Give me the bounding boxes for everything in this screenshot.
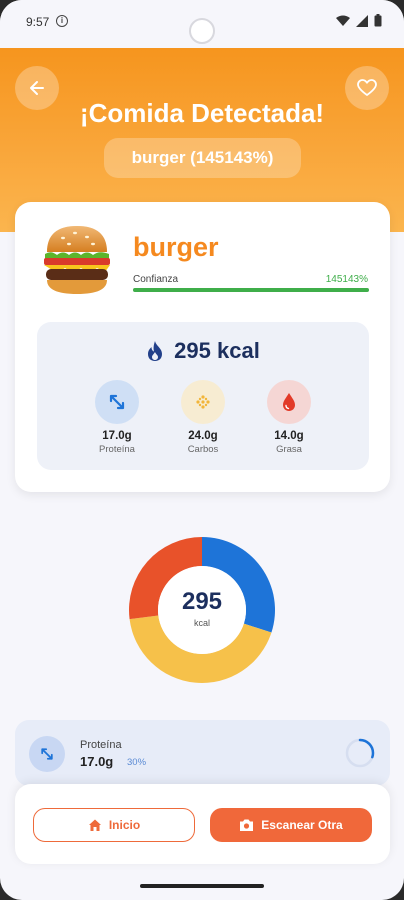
confidence-bar xyxy=(133,288,369,292)
heart-outline-icon xyxy=(357,79,377,96)
calories-value: 295 kcal xyxy=(174,338,260,363)
arrows-diagonal-icon xyxy=(41,748,53,760)
macro-detail-percent: 30% xyxy=(127,757,147,768)
bottom-action-bar: Inicio Escanear Otra xyxy=(15,784,390,864)
gesture-navigation-bar xyxy=(140,884,264,888)
drop-icon xyxy=(283,393,295,411)
macro-detail-icon-circle xyxy=(29,736,65,772)
camera-icon xyxy=(240,819,254,831)
page-title: ¡Comida Detectada! xyxy=(79,98,325,128)
info-icon: i xyxy=(56,15,68,27)
arrows-diagonal-icon xyxy=(109,394,125,410)
donut-center-unit: kcal xyxy=(193,618,210,628)
food-name: burger xyxy=(133,232,219,262)
arrow-left-icon xyxy=(30,81,44,95)
signal-icon xyxy=(356,14,368,27)
scan-again-button[interactable]: Escanear Otra xyxy=(210,808,372,842)
fat-label: Grasa xyxy=(276,444,302,455)
carbs-icon-circle xyxy=(181,380,225,424)
protein-label: Proteína xyxy=(99,444,135,455)
macro-protein: 17.0g Proteína xyxy=(77,380,157,455)
macro-carbs: 24.0g Carbos xyxy=(163,380,243,455)
macro-fat: 14.0g Grasa xyxy=(249,380,329,455)
donut-center-value: 295 xyxy=(181,588,223,615)
macro-detail-value: 17.0g xyxy=(80,754,114,769)
macro-detail-protein[interactable]: Proteína 17.0g 30% xyxy=(15,720,390,786)
home-button[interactable]: Inicio xyxy=(33,808,195,842)
detection-badge: burger (145143%) xyxy=(104,138,301,178)
nutrition-box: 295 kcal 17.0g Proteína 24.0g Carbos 14.… xyxy=(37,322,369,470)
confidence-value: 145143% xyxy=(325,274,368,285)
status-icons xyxy=(336,14,382,27)
macro-detail-label: Proteína xyxy=(80,739,122,751)
wifi-icon xyxy=(336,15,350,26)
battery-icon xyxy=(374,14,382,27)
fat-value: 14.0g xyxy=(274,430,304,442)
macro-progress-ring xyxy=(345,738,375,768)
grain-icon xyxy=(196,395,210,409)
confidence-label: Confianza xyxy=(133,274,179,285)
status-time: 9:57 xyxy=(26,15,50,29)
scan-again-label: Escanear Otra xyxy=(261,818,343,832)
donut-center: 295 kcal xyxy=(158,566,246,654)
burger-image xyxy=(44,226,110,294)
status-bar: 9:57 i xyxy=(0,0,404,48)
protein-value: 17.0g xyxy=(102,430,132,442)
protein-icon-circle xyxy=(95,380,139,424)
carbs-value: 24.0g xyxy=(188,430,218,442)
food-summary-card: burger Confianza 145143% 295 kcal 17.0g … xyxy=(15,202,390,492)
camera-cutout xyxy=(189,18,215,44)
home-icon xyxy=(88,819,101,831)
fat-icon-circle xyxy=(267,380,311,424)
confidence-bar-fill xyxy=(133,288,369,292)
phone-screen: 9:57 i ¡Comida Detectada! burger (145143… xyxy=(0,0,404,900)
calories-row: 295 kcal xyxy=(37,338,369,364)
home-button-label: Inicio xyxy=(108,818,141,832)
flame-icon xyxy=(148,341,163,361)
carbs-label: Carbos xyxy=(187,444,219,455)
calorie-donut-chart: 295 kcal xyxy=(128,536,276,684)
